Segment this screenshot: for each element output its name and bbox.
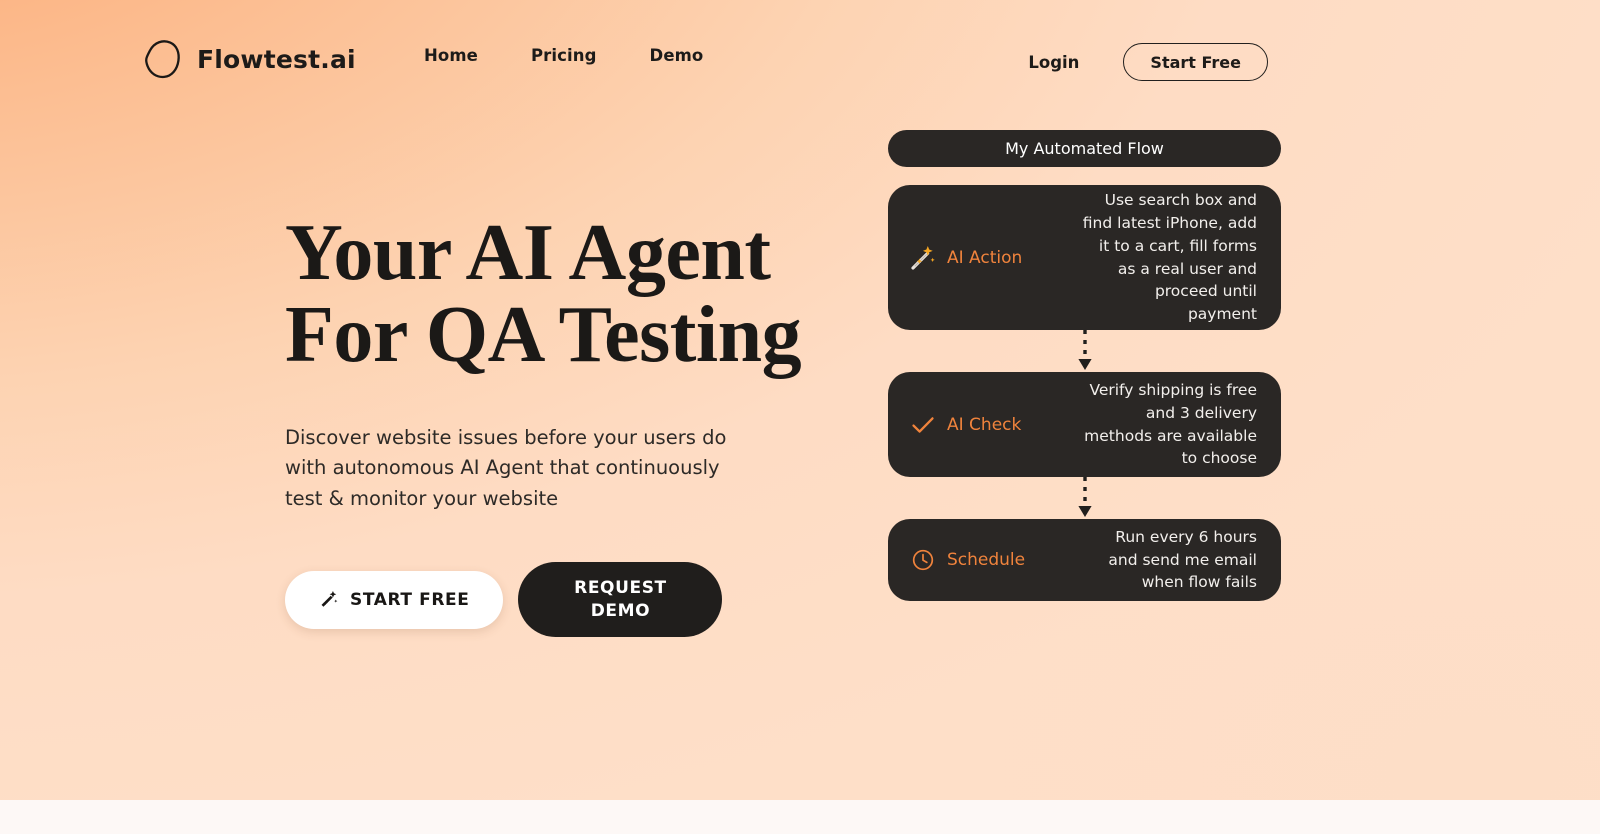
flow-diagram: My Automated Flow AI Action Use search b… — [888, 130, 1281, 601]
flow-connector-1 — [888, 330, 1281, 372]
start-free-button[interactable]: START FREE — [285, 570, 504, 629]
flow-node-ai-action[interactable]: AI Action Use search box and find latest… — [888, 185, 1281, 330]
flow-node-ai-action-description: Use search box and find latest iPhone, a… — [1082, 191, 1257, 324]
flow-node-ai-check[interactable]: AI Check Verify shipping is free and 3 d… — [888, 372, 1281, 477]
flow-node-ai-check-head: AI Check — [910, 412, 1082, 438]
page-title: Your AI Agent For QA Testing — [285, 212, 845, 377]
flow-node-ai-action-label: AI Action — [947, 247, 1023, 268]
site-header: Flowtest.ai Home Pricing Demo Login Star… — [0, 0, 1600, 120]
start-free-button-label: START FREE — [350, 589, 470, 610]
nav-item-pricing[interactable]: Pricing — [531, 46, 597, 65]
dotted-arrow-down-icon — [1077, 477, 1093, 519]
clock-icon — [910, 547, 936, 573]
nav-item-home[interactable]: Home — [424, 46, 478, 65]
dotted-arrow-down-icon — [1077, 330, 1093, 372]
below-fold-strip — [0, 800, 1600, 834]
hero-cta-row: START FREE REQUEST DEMO — [285, 562, 845, 637]
flow-node-schedule-label: Schedule — [947, 550, 1026, 570]
flow-node-ai-check-description: Verify shipping is free and 3 delivery m… — [1084, 380, 1257, 468]
brand-logo-link[interactable]: Flowtest.ai — [143, 38, 356, 80]
page-root: Flowtest.ai Home Pricing Demo Login Star… — [0, 0, 1600, 834]
nav-item-demo[interactable]: Demo — [650, 46, 704, 65]
main-nav: Home Pricing Demo — [424, 46, 703, 65]
login-link[interactable]: Login — [1028, 53, 1079, 72]
flow-node-schedule[interactable]: Schedule Run every 6 hours and send me e… — [888, 519, 1281, 601]
flow-connector-2 — [888, 477, 1281, 519]
flow-title-bar[interactable]: My Automated Flow — [888, 130, 1281, 167]
header-start-free-button[interactable]: Start Free — [1123, 43, 1268, 81]
flow-title: My Automated Flow — [1005, 139, 1164, 158]
flow-node-ai-check-label: AI Check — [947, 414, 1022, 435]
request-demo-label-line-2: DEMO — [590, 600, 651, 621]
headline-line-1: Your AI Agent — [285, 209, 771, 297]
header-actions: Login Start Free — [1028, 43, 1268, 81]
hero-subhead: Discover website issues before your user… — [285, 425, 727, 510]
hero-content: Your AI Agent For QA Testing Discover we… — [285, 212, 845, 637]
request-demo-button[interactable]: REQUEST DEMO — [518, 562, 723, 637]
headline-line-2: For QA Testing — [285, 291, 802, 380]
request-demo-label-line-1: REQUEST — [574, 577, 667, 598]
check-icon — [910, 412, 936, 438]
brand-name: Flowtest.ai — [197, 44, 356, 74]
magic-wand-icon — [910, 245, 936, 271]
request-demo-button-label: REQUEST DEMO — [574, 577, 667, 623]
flow-node-schedule-head: Schedule — [910, 547, 1082, 573]
blob-logo-icon — [143, 38, 183, 80]
flow-node-ai-action-head: AI Action — [910, 245, 1082, 271]
magic-wand-icon — [319, 590, 338, 609]
flow-node-schedule-description: Run every 6 hours and send me email when… — [1108, 527, 1257, 592]
